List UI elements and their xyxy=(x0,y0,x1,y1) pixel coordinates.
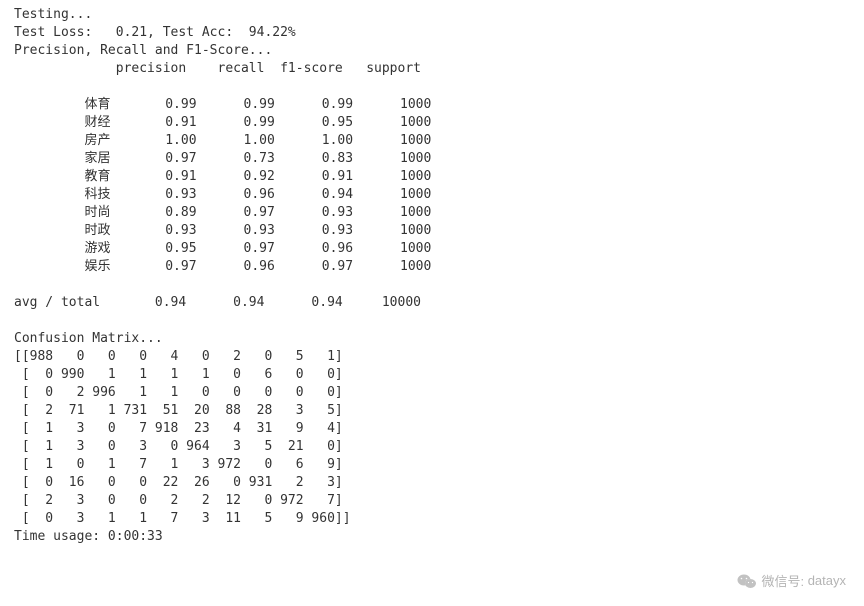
wechat-watermark: 微信号: datayx xyxy=(737,571,846,590)
console-output: Testing... Test Loss: 0.21, Test Acc: 94… xyxy=(0,0,864,552)
wechat-icon xyxy=(737,573,757,589)
watermark-label: 微信号: xyxy=(761,571,804,590)
watermark-id: datayx xyxy=(808,573,846,588)
